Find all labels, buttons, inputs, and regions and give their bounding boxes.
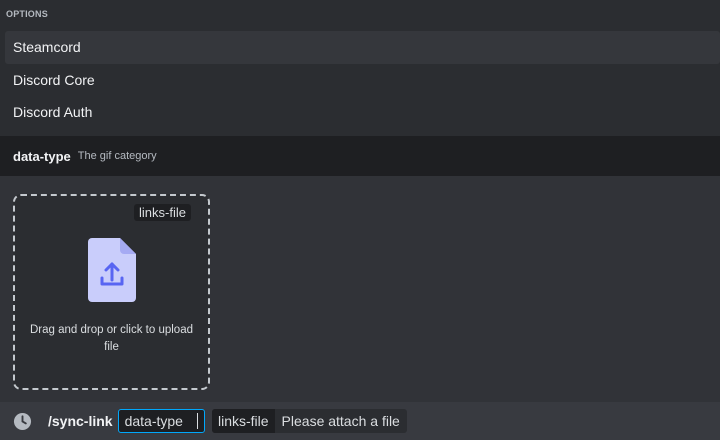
upload-instructions: Drag and drop or click to upload file	[29, 324, 193, 353]
file-upload-icon	[88, 238, 136, 302]
field-description: The gif category	[77, 150, 157, 162]
option-discord-core[interactable]: Discord Core	[5, 64, 720, 97]
command-name: /sync-link	[48, 413, 113, 429]
command-input-bar: /sync-link data-type links-file Please a…	[0, 402, 720, 440]
app-root: OPTIONS Steamcord Discord Core Discord A…	[0, 0, 720, 440]
file-param-value: Please attach a file	[281, 413, 400, 429]
clock-icon	[13, 412, 32, 430]
upload-param-tag: links-file	[134, 204, 191, 221]
file-upload-dropzone[interactable]: links-file Drag and drop or click to upl…	[13, 194, 210, 390]
options-popup: OPTIONS Steamcord Discord Core Discord A…	[0, 0, 720, 136]
option-discord-auth[interactable]: Discord Auth	[5, 96, 720, 129]
active-param-input[interactable]: data-type	[117, 409, 205, 433]
text-caret	[196, 413, 198, 429]
active-param-label: data-type	[124, 413, 183, 429]
file-param-chip[interactable]: links-file Please attach a file	[211, 409, 407, 433]
options-header: OPTIONS	[6, 9, 48, 19]
file-param-name: links-file	[211, 409, 275, 433]
field-name: data-type	[13, 148, 71, 164]
field-info-bar: data-type The gif category	[0, 136, 720, 176]
option-steamcord[interactable]: Steamcord	[5, 31, 720, 64]
